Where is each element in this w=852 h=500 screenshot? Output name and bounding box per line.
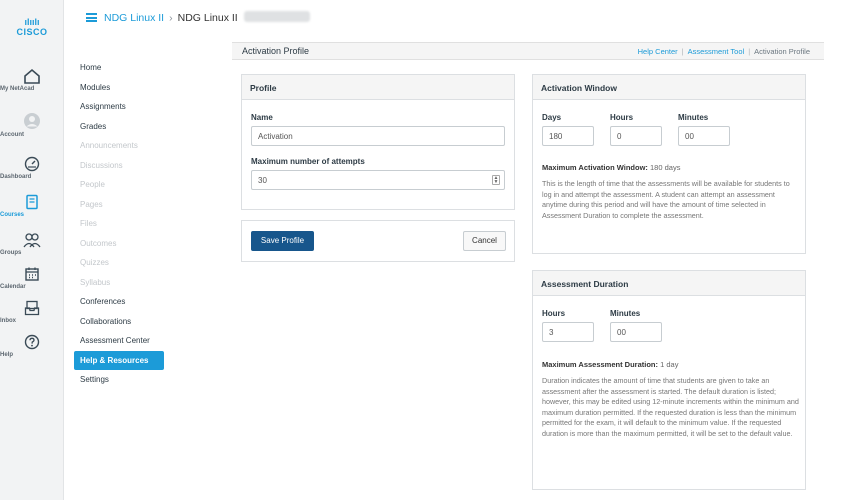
minutes-input[interactable]: 00: [678, 126, 730, 146]
courses-icon: [26, 194, 38, 210]
max-assessment-duration-value: 1 day: [660, 360, 679, 369]
course-nav-item-settings[interactable]: Settings: [74, 370, 164, 390]
assessment-duration-heading: Assessment Duration: [533, 271, 805, 296]
max-attempts-label: Maximum number of attempts: [251, 157, 365, 166]
course-nav-item-conferences[interactable]: Conferences: [74, 292, 164, 312]
max-activation-window-label: Maximum Activation Window:: [542, 163, 648, 172]
rail-item-label: Groups: [0, 250, 22, 256]
global-nav-rail: ılıılı CISCO My NetAcad Account Dashboar…: [0, 0, 64, 500]
breadcrumb: NDG Linux II › NDG Linux II: [104, 11, 310, 24]
redacted-section-label: [243, 11, 310, 22]
breadcrumb-assessment-tool[interactable]: Assessment Tool: [688, 47, 745, 56]
profile-actions-panel: Save Profile Cancel: [241, 220, 515, 262]
course-nav-item-modules[interactable]: Modules: [74, 78, 164, 98]
save-profile-button[interactable]: Save Profile: [251, 231, 314, 251]
rail-item-account[interactable]: Account: [0, 112, 64, 138]
page-header: Activation Profile Help Center | Assessmen…: [232, 42, 824, 60]
course-nav-item-announcements[interactable]: Announcements: [74, 136, 164, 156]
duration-hours-label: Hours: [542, 309, 566, 318]
rail-item-inbox[interactable]: Inbox: [0, 300, 64, 324]
rail-item-help[interactable]: Help: [0, 334, 64, 358]
rail-item-label: Dashboard: [0, 174, 32, 180]
max-assessment-duration: Maximum Assessment Duration: 1 day: [542, 360, 678, 369]
inbox-icon: [24, 300, 40, 316]
course-nav-item-assessment-center[interactable]: Assessment Center: [74, 331, 164, 351]
dashboard-icon: [24, 156, 40, 172]
help-icon: [24, 334, 40, 350]
profile-heading: Profile: [242, 75, 514, 100]
max-activation-window-value: 180 days: [650, 163, 681, 172]
course-header: NDG Linux II › NDG Linux II: [64, 0, 852, 40]
groups-icon: [23, 233, 41, 248]
rail-item-calendar[interactable]: Calendar: [0, 266, 64, 290]
duration-minutes-label: Minutes: [610, 309, 641, 318]
rail-item-label: Help: [0, 352, 14, 358]
duration-hours-input[interactable]: 3: [542, 322, 594, 342]
course-nav-item-discussions[interactable]: Discussions: [74, 156, 164, 176]
spinner-arrows-icon[interactable]: ▲ ▼: [492, 175, 500, 185]
max-activation-window: Maximum Activation Window: 180 days: [542, 163, 680, 172]
breadcrumb-separator: ›: [169, 12, 173, 24]
assessment-duration-description: Duration indicates the amount of time th…: [542, 376, 799, 438]
rail-item-label: Calendar: [0, 284, 26, 290]
course-nav-item-help-resources[interactable]: Help & Resources: [74, 350, 164, 370]
hours-label: Hours: [610, 113, 634, 122]
course-nav-item-assignments[interactable]: Assignments: [74, 97, 164, 117]
activation-window-panel: Activation Window Days 180 Hours 0 Minut…: [532, 74, 806, 254]
course-nav-item-people[interactable]: People: [74, 175, 164, 195]
activation-window-heading: Activation Window: [533, 75, 805, 100]
course-nav-item-quizzes[interactable]: Quizzes: [74, 253, 164, 273]
course-nav-item-collaborations[interactable]: Collaborations: [74, 312, 164, 332]
breadcrumb-course-title: NDG Linux II: [177, 12, 238, 24]
course-nav-item-syllabus[interactable]: Syllabus: [74, 273, 164, 293]
minutes-label: Minutes: [678, 113, 709, 122]
breadcrumb-current: Activation Profile: [754, 47, 810, 56]
rail-item-label: Account: [0, 132, 24, 138]
course-nav-item-grades[interactable]: Grades: [74, 117, 164, 137]
breadcrumb-divider: |: [748, 47, 751, 56]
hamburger-menu-icon[interactable]: [86, 13, 97, 22]
cancel-button[interactable]: Cancel: [463, 231, 506, 251]
cisco-logo[interactable]: ılıılı CISCO: [6, 17, 58, 38]
breadcrumb-help-center[interactable]: Help Center: [638, 47, 678, 56]
duration-minutes-input[interactable]: 00: [610, 322, 662, 342]
course-nav-item-outcomes[interactable]: Outcomes: [74, 234, 164, 254]
calendar-icon: [25, 267, 39, 281]
breadcrumb-course-link[interactable]: NDG Linux II: [104, 12, 164, 24]
name-input[interactable]: Activation: [251, 126, 505, 146]
profile-panel: Profile Name Activation Maximum number o…: [241, 74, 515, 210]
page-title: Activation Profile: [242, 46, 310, 56]
max-attempts-value: 30: [258, 175, 267, 185]
account-icon: [24, 113, 40, 129]
rail-item-label: Inbox: [0, 318, 16, 324]
activation-window-description: This is the length of time that the asse…: [542, 179, 790, 220]
days-label: Days: [542, 113, 562, 122]
home-icon: [24, 68, 40, 84]
rail-item-groups[interactable]: Groups: [0, 232, 64, 256]
rail-item-label: My NetAcad: [0, 86, 35, 92]
rail-item-label: Courses: [0, 212, 25, 218]
assessment-duration-panel: Assessment Duration Hours 3 Minutes 00 M…: [532, 270, 806, 490]
course-nav-item-home[interactable]: Home: [74, 58, 164, 78]
course-nav-item-pages[interactable]: Pages: [74, 195, 164, 215]
max-attempts-input[interactable]: 30 ▲ ▼: [251, 170, 505, 190]
breadcrumb-divider: |: [681, 47, 684, 56]
days-input[interactable]: 180: [542, 126, 594, 146]
hours-input[interactable]: 0: [610, 126, 662, 146]
rail-item-dashboard[interactable]: Dashboard: [0, 156, 64, 180]
max-assessment-duration-label: Maximum Assessment Duration:: [542, 360, 659, 369]
name-label: Name: [251, 113, 273, 122]
cisco-logo-bars: ılıılı: [24, 17, 40, 27]
rail-item-my-netacad[interactable]: My NetAcad: [0, 68, 64, 92]
course-nav: Home Modules Assignments Grades Announcement…: [74, 58, 164, 390]
rail-item-courses[interactable]: Courses: [0, 194, 64, 218]
page-breadcrumb: Help Center | Assessment Tool | Activation P…: [638, 47, 810, 56]
course-nav-item-files[interactable]: Files: [74, 214, 164, 234]
cisco-logo-word: CISCO: [16, 27, 48, 37]
